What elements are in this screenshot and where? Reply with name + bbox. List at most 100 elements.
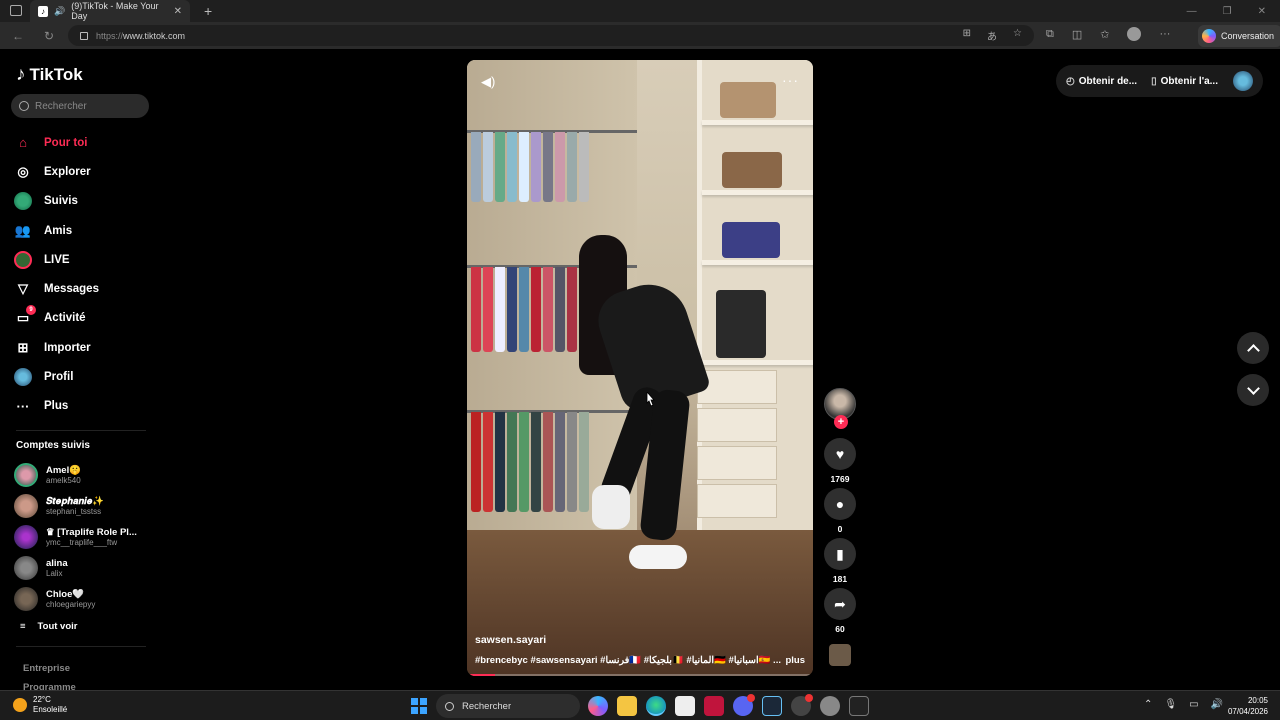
nav-item-upload[interactable]: ⊞ Importer — [14, 333, 99, 362]
lock-icon[interactable] — [80, 31, 88, 40]
like-button[interactable]: ♥ — [824, 438, 856, 470]
search-input[interactable]: Rechercher — [11, 94, 149, 118]
share-count: 60 — [835, 624, 845, 634]
nav-item-activity[interactable]: ▭ 9 Activité — [14, 304, 99, 333]
file-explorer-icon[interactable] — [617, 696, 637, 716]
edge-browser-icon[interactable] — [646, 696, 666, 716]
new-tab-icon[interactable]: + — [204, 3, 212, 19]
maximize-icon[interactable]: ❐ — [1223, 6, 1232, 17]
game-app-icon[interactable] — [791, 694, 813, 716]
nav-item-more[interactable]: ··· Plus — [14, 392, 99, 421]
music-disc-icon[interactable] — [829, 644, 851, 666]
nav-item-profile[interactable]: Profil — [14, 362, 99, 391]
get-coins-button[interactable]: ◴ Obtenir de... — [1066, 76, 1137, 87]
weather-widget[interactable]: 22°C Ensoleillé — [13, 695, 67, 715]
tab-title: (9)TikTok - Make Your Day — [71, 1, 159, 21]
window-close-icon[interactable]: ✕ — [1258, 6, 1266, 17]
nav-label: LIVE — [44, 253, 70, 266]
extensions-icon[interactable]: ⧉ — [1046, 28, 1054, 41]
followed-account[interactable]: Amel🤫 amelk540 — [14, 460, 137, 491]
tray-expand-icon[interactable]: ⌃ — [1144, 699, 1152, 710]
account-username: ymc__traplife___ftw — [46, 537, 118, 547]
video-hashtags[interactable]: #brencebyc #sawsensayari #فرنسا🇫🇷 #بلجيك… — [475, 655, 781, 666]
start-button[interactable] — [411, 698, 427, 714]
nav-item-explore[interactable]: ◎ Explorer — [14, 157, 99, 186]
conversation-label: Conversation — [1221, 31, 1275, 41]
refresh-icon[interactable]: ↻ — [44, 29, 58, 43]
next-video-button[interactable] — [1237, 374, 1269, 406]
minimize-icon[interactable]: — — [1187, 6, 1197, 17]
activity-badge: 9 — [26, 305, 36, 316]
nav-item-friends[interactable]: 👥 Amis — [14, 216, 99, 245]
like-count: 1769 — [830, 474, 850, 484]
nav-item-messages[interactable]: ▽ Messages — [14, 274, 99, 303]
volume-icon[interactable]: ◀) — [481, 74, 495, 90]
search-icon — [19, 101, 29, 111]
nav-item-live[interactable]: LIVE — [14, 245, 99, 274]
microphone-icon[interactable]: 🎙 — [1164, 699, 1177, 710]
footer-link-company[interactable]: Entreprise — [23, 663, 70, 674]
followed-account[interactable]: Chloe🤍 chloegariepyy — [14, 583, 137, 614]
address-bar[interactable]: https:// www.tiktok.com ⊞ あ ☆ — [68, 25, 1034, 46]
see-all-button[interactable]: ≡ Tout voir — [20, 621, 77, 632]
get-coins-label: Obtenir de... — [1078, 75, 1138, 87]
avatar — [14, 463, 38, 488]
more-icon: ··· — [16, 398, 30, 414]
followed-account[interactable]: ♛ [Traplife Role Pl... ymc__traplife___ft… — [14, 522, 137, 553]
followed-account[interactable]: 𝑺𝒕𝒆𝒑𝒉𝒂𝒏𝒊𝒆✨ stephani_tsstss — [14, 491, 137, 522]
nav-item-for-you[interactable]: ⌂ Pour toi — [14, 128, 99, 157]
address-tools: ⊞ あ ☆ — [963, 28, 1034, 43]
notification-dot — [747, 694, 755, 702]
profile-icon[interactable] — [1127, 27, 1142, 41]
steam-icon[interactable] — [762, 696, 782, 716]
network-icon[interactable]: ▭ — [1189, 699, 1198, 710]
back-icon[interactable]: ← — [12, 29, 26, 43]
copilot-app-icon[interactable] — [588, 696, 608, 716]
account-display-name: 𝑺𝒕𝒆𝒑𝒉𝒂𝒏𝒊𝒆✨ — [46, 496, 105, 508]
messages-icon: ▽ — [18, 281, 28, 297]
creator-avatar[interactable]: + — [824, 388, 856, 429]
split-screen-icon[interactable]: ◫ — [1072, 28, 1082, 41]
speaker-icon[interactable]: 🔊 — [54, 6, 65, 17]
clock-date: 07/04/2026 — [1227, 707, 1268, 716]
friends-icon: 👥 — [14, 222, 32, 238]
video-author[interactable]: sawsen.sayari — [475, 634, 546, 646]
comment-button[interactable]: ● — [824, 488, 856, 520]
settings-gear-icon[interactable] — [820, 696, 840, 716]
nav-item-following[interactable]: Suivis — [14, 187, 99, 216]
tab-close-icon[interactable]: ✕ — [174, 6, 182, 17]
followed-account[interactable]: alina Lalix — [14, 552, 137, 583]
description-more-link[interactable]: plus — [785, 655, 805, 666]
browser-tab[interactable]: ♪ 🔊 (9)TikTok - Make Your Day ✕ — [30, 0, 190, 22]
translate-icon[interactable]: あ — [987, 28, 997, 43]
footer-link-program[interactable]: Programme — [23, 682, 76, 690]
window-controls: — ❐ ✕ — [1187, 6, 1280, 17]
video-player[interactable]: ◀) ··· sawsen.sayari #brencebyc #sawsens… — [467, 60, 813, 676]
share-button[interactable]: ➦ — [824, 588, 856, 620]
discord-icon[interactable] — [733, 694, 755, 716]
follow-plus-icon[interactable]: + — [834, 415, 848, 429]
tab-actions-icon[interactable] — [10, 5, 22, 16]
previous-video-button[interactable] — [1237, 332, 1269, 364]
app-available-icon[interactable]: ⊞ — [963, 28, 971, 43]
store-icon[interactable] — [675, 696, 695, 716]
volume-icon[interactable]: 🔊 — [1211, 699, 1223, 710]
video-progress-bar[interactable] — [467, 674, 813, 676]
bookmark-icon: ▮ — [836, 545, 844, 562]
tiktok-logo[interactable]: ♪ TikTok — [16, 64, 83, 86]
favorite-star-icon[interactable]: ☆ — [1013, 28, 1022, 43]
settings-more-icon[interactable]: ··· — [1159, 28, 1170, 40]
favorites-icon[interactable]: ✩ — [1100, 28, 1109, 41]
taskbar-search[interactable]: Rechercher — [436, 694, 580, 718]
arrow-app-icon[interactable] — [849, 696, 869, 716]
chevron-down-icon — [1246, 381, 1260, 395]
home-icon: ⌂ — [19, 135, 27, 151]
get-app-button[interactable]: ▯ Obtenir l'a... — [1151, 76, 1218, 87]
red-app-icon[interactable] — [704, 696, 724, 716]
copilot-conversation-button[interactable]: Conversation — [1198, 25, 1280, 47]
save-button[interactable]: ▮ — [824, 538, 856, 570]
user-avatar[interactable] — [1233, 71, 1253, 91]
video-options-icon[interactable]: ··· — [782, 72, 799, 88]
taskbar-clock[interactable]: 20:05 07/04/2026 — [1226, 695, 1268, 717]
sidebar: ♪ TikTok Rechercher ⌂ Pour toi ◎ Explore… — [0, 50, 160, 690]
